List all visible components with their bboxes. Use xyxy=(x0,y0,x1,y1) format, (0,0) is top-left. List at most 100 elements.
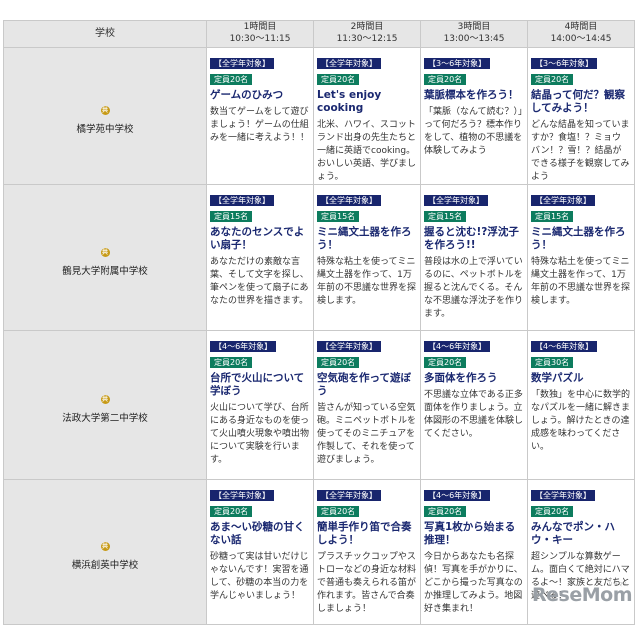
class-title: 握ると沈む!?浮沈子を作ろう!! xyxy=(424,226,519,251)
class-cell: 【3〜6年対象】 定員20名結晶って何だ？観察してみよう！ どんな結晶を知っています… xyxy=(527,47,635,185)
school-name: 橘学苑中学校 xyxy=(76,124,134,135)
capacity-badge: 定員20名 xyxy=(210,506,253,517)
class-cell: 【全学年対象】 定員15名ミニ縄文土器を作ろう！ 特殊な粘土を使ってミニ縄文土器を作… xyxy=(313,184,421,331)
resemom-logo: ReseMom xyxy=(532,584,632,606)
school-cell: 共法政大学第二中学校 xyxy=(3,330,207,480)
capacity-badge: 定員15名 xyxy=(531,211,574,222)
school-name: 法政大学第二中学校 xyxy=(62,413,148,424)
school-cell: 共横浜創英中学校 xyxy=(3,479,207,625)
school-row: 共橘学苑中学校 【全学年対象】 定員20名 ゲームのひみつ 数当てゲームをして遊びましょ… xyxy=(3,47,635,185)
coed-badge: 共 xyxy=(100,542,110,551)
class-title: 簡単手作り笛で合奏しよう！ xyxy=(317,521,412,546)
header-period-2: 2時間目 11:30〜12:15 xyxy=(313,20,421,48)
class-cell: 【全学年対象】 定員20名簡単手作り笛で合奏しよう！ プラスチックコップやストローな… xyxy=(313,479,421,625)
school-cell: 共鶴見大学附属中学校 xyxy=(3,184,207,331)
class-cell: 【全学年対象】 定員20名 Let's enjoy cooking 北米、ハワイ、スコ… xyxy=(313,47,421,185)
class-cell: 【全学年対象】 定員15名あなたのセンスでよい扇子！ あなただけの素敵な言葉、そして… xyxy=(206,184,314,331)
capacity-badge: 定員20名 xyxy=(210,74,253,85)
school-name: 鶴見大学附属中学校 xyxy=(62,265,148,277)
capacity-badge: 定員20名 xyxy=(531,506,574,517)
class-description: 砂糖って実は甘いだけじゃないんです！実習を通して、砂糖の本当の力を学んじゃいまし… xyxy=(210,552,309,601)
class-title: 台所で火山について学ぼう xyxy=(210,372,305,397)
class-title: ミニ縄文土器を作ろう！ xyxy=(531,226,626,251)
class-cell: 【3〜6年対象】 定員20名葉脈標本を作ろう！ 「葉脈（なんて読む？）」って何だろう… xyxy=(420,47,528,185)
class-description: 「数独」を中心に数学的なパズルを一緒に解きましょう。解けたときの達成感を味わって… xyxy=(531,390,631,452)
class-description: 今日からあなたも名探偵！写真を手がかりに、どこから撮った写真なのか推理してみよう… xyxy=(424,552,523,614)
target-badge: 【全学年対象】 xyxy=(424,195,488,206)
class-description: あなただけの素敵な言葉、そして文字を探し、筆ペンを使って扇子にあなたの世界を描き… xyxy=(210,257,309,306)
capacity-badge: 定員20名 xyxy=(210,357,253,368)
target-badge: 【全学年対象】 xyxy=(531,490,595,501)
capacity-badge: 定員20名 xyxy=(424,74,467,85)
coed-badge: 共 xyxy=(100,106,110,115)
coed-badge: 共 xyxy=(100,247,110,257)
class-description: 皆さんが知っている空気砲。ミニペットボトルを使ってそのミニチュアを作製して、それ… xyxy=(317,403,417,465)
class-description: 北米、ハワイ、スコットランド出身の先生たちと一緒に英語でcooking。おいしい… xyxy=(317,120,417,182)
coed-badge: 共 xyxy=(100,395,110,404)
capacity-badge: 定員15名 xyxy=(317,211,360,222)
capacity-badge: 定員20名 xyxy=(424,506,467,517)
header-period-4: 4時間目 14:00〜14:45 xyxy=(527,20,635,48)
class-cell: 【全学年対象】 定員20名空気砲を作って遊ぼう皆さんが知っている空気砲。ミニペット… xyxy=(313,330,421,480)
capacity-badge: 定員20名 xyxy=(531,74,574,85)
header-period-3: 3時間目 13:00〜13:45 xyxy=(420,20,528,48)
class-title: Let's enjoy cooking xyxy=(317,89,382,114)
target-badge: 【全学年対象】 xyxy=(317,58,381,69)
target-badge: 【4〜6年対象】 xyxy=(424,341,491,352)
target-badge: 【全学年対象】 xyxy=(317,195,381,206)
class-title: 多面体を作ろう xyxy=(424,372,498,384)
class-title: 結晶って何だ？観察してみよう！ xyxy=(531,89,625,114)
class-description: 特殊な粘土を使ってミニ縄文土器を作って、1万年前の不思議な世界を探検します。 xyxy=(531,257,631,306)
target-badge: 【3〜6年対象】 xyxy=(531,58,598,69)
class-cell: 【全学年対象】 定員20名ゲームのひみつ数当てゲームをして遊びましょう！ゲームの仕… xyxy=(206,47,314,185)
target-badge: 【全学年対象】 xyxy=(210,490,274,501)
schedule-table: 学校 1時間目 10:30〜11:15 2時間目 11:30〜12:15 3時間目 1… xyxy=(3,20,635,625)
class-cell: 【4〜6年対象】 定員20名台所で火山について学ぼう火山について学び、台所にある身… xyxy=(206,330,314,480)
class-title: あなたのセンスでよい扇子！ xyxy=(210,226,305,251)
class-description: プラスチックコップやストローなどの身近な材料で普通も奏えられる笛が作れます。皆さ… xyxy=(317,552,417,614)
class-title: 数学パズル xyxy=(531,372,584,384)
class-cell: 【全学年対象】 定員15名ミニ縄文土器を作ろう！ 特殊な粘土を使ってミニ縄文土器を作… xyxy=(527,184,635,331)
class-description: 普段は水の上で浮いているのに、ペットボトルを握ると沈んでくる。そんな不思議な浮沈… xyxy=(424,257,524,319)
target-badge: 【4〜6年対象】 xyxy=(424,490,491,501)
capacity-badge: 定員15名 xyxy=(424,211,467,222)
class-description: 特殊な粘土を使ってミニ縄文土器を作って、1万年前の不思議な世界を探検します。 xyxy=(317,257,417,306)
capacity-badge: 定員20名 xyxy=(317,357,360,368)
header-period-1: 1時間目 10:30〜11:15 xyxy=(206,20,314,48)
school-name: 横浜創英中学校 xyxy=(71,560,139,571)
capacity-badge: 定員20名 xyxy=(317,506,360,517)
class-description: どんな結晶を知っていますか？食塩！？ミョウバン！？雪！？結晶ができる様子を観察し… xyxy=(531,120,630,182)
target-badge: 【3〜6年対象】 xyxy=(424,58,491,69)
capacity-badge: 定員20名 xyxy=(317,74,360,85)
target-badge: 【全学年対象】 xyxy=(210,58,274,69)
class-cell: 【4〜6年対象】 定員20名写真1枚から始まる推理！ 今日からあなたも名探偵！写真を… xyxy=(420,479,528,625)
target-badge: 【全学年対象】 xyxy=(317,341,381,352)
class-description: 不思議な立体である正多面体を作りましょう。立体図形の不思議を体験してください。 xyxy=(424,390,524,439)
class-title: ゲームのひみつ xyxy=(210,89,284,101)
class-description: 数当てゲームをして遊びましょう！ゲームの仕組みを一緒に考えよう！！ xyxy=(210,107,310,143)
school-row: 共鶴見大学附属中学校 【全学年対象】 定員15名 あなたのセンスでよい扇子！ あなただけ… xyxy=(3,184,635,331)
target-badge: 【4〜6年対象】 xyxy=(531,341,598,352)
school-cell: 共橘学苑中学校 xyxy=(3,47,207,185)
target-badge: 【全学年対象】 xyxy=(317,490,381,501)
class-cell: 【4〜6年対象】 定員30名数学パズル「数独」を中心に数学的なパズルを一緒に解きま… xyxy=(527,330,635,480)
class-title: ミニ縄文土器を作ろう！ xyxy=(317,226,412,251)
class-title: 空気砲を作って遊ぼう xyxy=(317,372,411,397)
header-school: 学校 xyxy=(3,20,207,48)
class-cell: 【4〜6年対象】 定員20名多面体を作ろう不思議な立体である正多面体を作りましょう… xyxy=(420,330,528,480)
target-badge: 【全学年対象】 xyxy=(210,195,274,206)
capacity-badge: 定員20名 xyxy=(424,357,467,368)
target-badge: 【4〜6年対象】 xyxy=(210,341,277,352)
class-title: 葉脈標本を作ろう！ xyxy=(424,89,519,101)
capacity-badge: 定員30名 xyxy=(531,357,574,368)
class-cell: 【全学年対象】 定員20名あま〜い砂糖の甘くない話砂糖って実は甘いだけじゃないんで… xyxy=(206,479,314,625)
class-title: あま〜い砂糖の甘くない話 xyxy=(210,521,305,546)
target-badge: 【全学年対象】 xyxy=(531,195,595,206)
class-title: みんなでポン・ハウ・キー xyxy=(531,521,615,546)
school-row: 共法政大学第二中学校 【4〜6年対象】 定員20名 台所で火山について学ぼう 火山につい… xyxy=(3,330,635,480)
class-description: 火山について学び、台所にある身近なものを使って火山噴火現象や噴出物について実験を… xyxy=(210,403,310,465)
class-cell: 【全学年対象】 定員15名握ると沈む!?浮沈子を作ろう!! 普段は水の上で浮いている… xyxy=(420,184,528,331)
capacity-badge: 定員15名 xyxy=(210,211,253,222)
class-description: 「葉脈（なんて読む？）」って何だろう？標本作りをして、植物の不思議を体験してみよ… xyxy=(424,107,523,156)
class-title: 写真1枚から始まる推理！ xyxy=(424,521,516,546)
